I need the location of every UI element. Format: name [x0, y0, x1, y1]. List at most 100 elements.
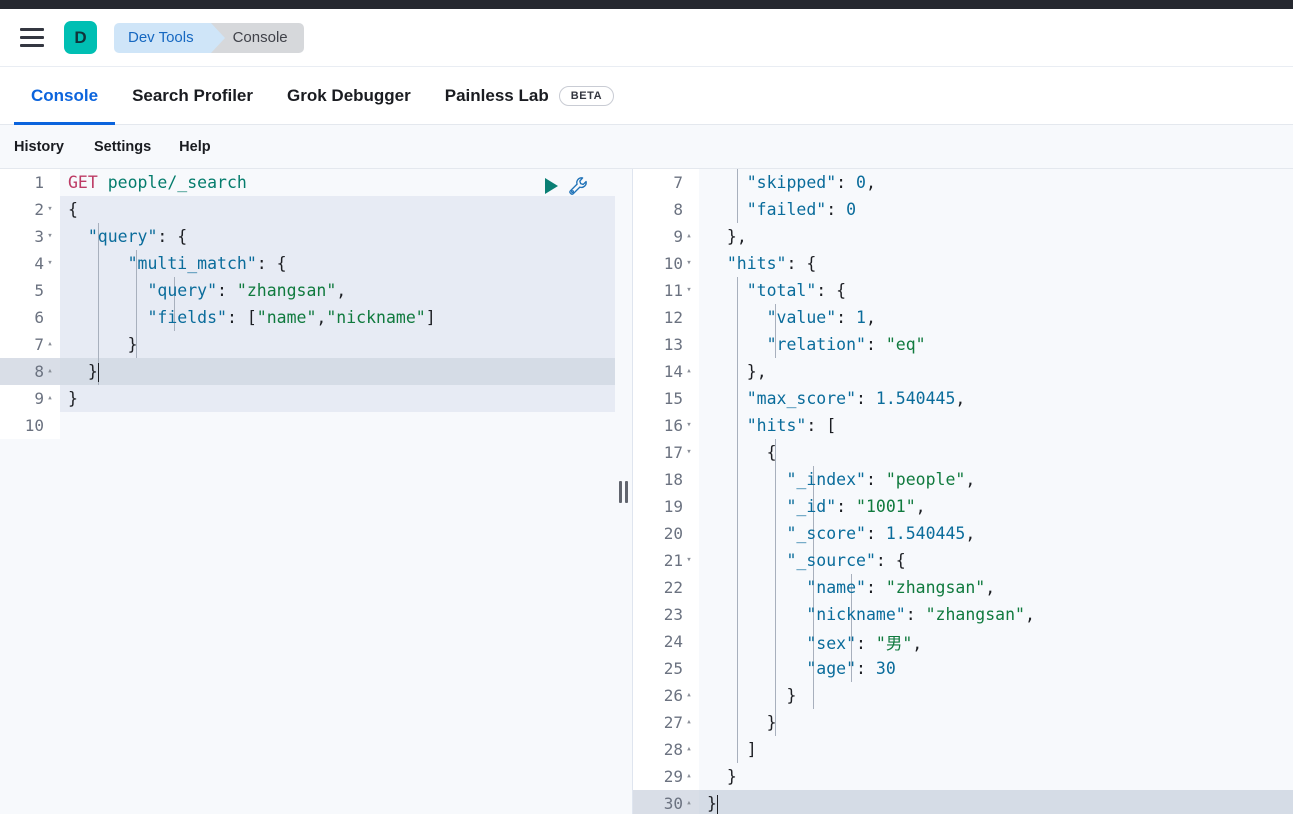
code-text[interactable]: }	[60, 358, 615, 385]
tab-grok-debugger[interactable]: Grok Debugger	[270, 67, 428, 125]
tab-search-profiler[interactable]: Search Profiler	[115, 67, 270, 125]
fold-marker[interactable]: ▴	[44, 358, 56, 385]
fold-marker[interactable]: ▴	[683, 709, 695, 736]
code-text[interactable]: }	[699, 709, 1293, 736]
code-line[interactable]: 24 "sex": "男",	[633, 628, 1293, 655]
code-line[interactable]: 4▾ "multi_match": {	[0, 250, 615, 277]
code-text[interactable]: }	[60, 331, 615, 358]
code-text[interactable]: "hits": [	[699, 412, 1293, 439]
sub-menu-item-help[interactable]: Help	[165, 125, 224, 169]
fold-marker[interactable]: ▴	[683, 763, 695, 790]
code-line[interactable]: 20 "_score": 1.540445,	[633, 520, 1293, 547]
code-text[interactable]: "_score": 1.540445,	[699, 520, 1293, 547]
code-line[interactable]: 10▾ "hits": {	[633, 250, 1293, 277]
breadcrumb-item-dev-tools[interactable]: Dev Tools	[114, 23, 212, 53]
tab-console[interactable]: Console	[14, 67, 115, 125]
code-text[interactable]: "name": "zhangsan",	[699, 574, 1293, 601]
fold-marker[interactable]: ▾	[683, 439, 695, 466]
code-text[interactable]: }	[60, 385, 615, 412]
response-editor-pane[interactable]: 7 "skipped": 0,8 "failed": 09▴ },10▾ "hi…	[633, 169, 1293, 814]
code-line[interactable]: 22 "name": "zhangsan",	[633, 574, 1293, 601]
fold-marker[interactable]: ▴	[683, 790, 695, 814]
code-line[interactable]: 6 "fields": ["name","nickname"]	[0, 304, 615, 331]
fold-marker[interactable]: ▴	[683, 223, 695, 250]
sub-menu-item-history[interactable]: History	[14, 125, 80, 169]
code-text[interactable]: "relation": "eq"	[699, 331, 1293, 358]
code-text[interactable]	[60, 412, 615, 439]
fold-marker[interactable]: ▾	[683, 250, 695, 277]
code-line[interactable]: 18 "_index": "people",	[633, 466, 1293, 493]
hamburger-menu-icon[interactable]	[14, 20, 50, 56]
code-text[interactable]: "value": 1,	[699, 304, 1293, 331]
code-text[interactable]: "fields": ["name","nickname"]	[60, 304, 615, 331]
code-line[interactable]: 14▴ },	[633, 358, 1293, 385]
code-text[interactable]: "age": 30	[699, 655, 1293, 682]
code-line[interactable]: 3▾ "query": {	[0, 223, 615, 250]
fold-marker[interactable]: ▾	[683, 277, 695, 304]
code-text[interactable]: "total": {	[699, 277, 1293, 304]
code-text[interactable]: {	[699, 439, 1293, 466]
code-text[interactable]: "max_score": 1.540445,	[699, 385, 1293, 412]
code-line[interactable]: 7▴ }	[0, 331, 615, 358]
play-icon[interactable]	[545, 178, 558, 194]
request-editor-pane[interactable]: 1GET people/_search2▾{3▾ "query": {4▾ "m…	[0, 169, 615, 814]
fold-marker[interactable]: ▴	[44, 331, 56, 358]
code-line[interactable]: 5 "query": "zhangsan",	[0, 277, 615, 304]
code-text[interactable]: }	[699, 763, 1293, 790]
code-text[interactable]: "hits": {	[699, 250, 1293, 277]
fold-marker[interactable]: ▴	[683, 682, 695, 709]
code-line[interactable]: 15 "max_score": 1.540445,	[633, 385, 1293, 412]
code-line[interactable]: 8▴ }	[0, 358, 615, 385]
code-line[interactable]: 17▾ {	[633, 439, 1293, 466]
response-editor-content[interactable]: 7 "skipped": 0,8 "failed": 09▴ },10▾ "hi…	[633, 169, 1293, 814]
fold-marker[interactable]: ▴	[683, 736, 695, 763]
code-text[interactable]: },	[699, 358, 1293, 385]
code-text[interactable]: "skipped": 0,	[699, 169, 1293, 196]
code-text[interactable]: "multi_match": {	[60, 250, 615, 277]
code-line[interactable]: 26▴ }	[633, 682, 1293, 709]
code-line[interactable]: 28▴ ]	[633, 736, 1293, 763]
fold-marker[interactable]: ▴	[683, 358, 695, 385]
fold-marker[interactable]: ▾	[683, 547, 695, 574]
code-line[interactable]: 13 "relation": "eq"	[633, 331, 1293, 358]
code-text[interactable]: },	[699, 223, 1293, 250]
fold-marker[interactable]: ▾	[44, 250, 56, 277]
code-line[interactable]: 11▾ "total": {	[633, 277, 1293, 304]
code-line[interactable]: 19 "_id": "1001",	[633, 493, 1293, 520]
code-text[interactable]: GET people/_search	[60, 169, 615, 196]
fold-marker[interactable]: ▴	[44, 385, 56, 412]
code-line[interactable]: 29▴ }	[633, 763, 1293, 790]
code-text[interactable]: {	[60, 196, 615, 223]
code-line[interactable]: 7 "skipped": 0,	[633, 169, 1293, 196]
code-line[interactable]: 10	[0, 412, 615, 439]
code-line[interactable]: 9▴}	[0, 385, 615, 412]
code-line[interactable]: 21▾ "_source": {	[633, 547, 1293, 574]
code-text[interactable]: "nickname": "zhangsan",	[699, 601, 1293, 628]
code-text[interactable]: "sex": "男",	[699, 628, 1293, 655]
code-text[interactable]: }	[699, 790, 1293, 814]
request-editor-content[interactable]: 1GET people/_search2▾{3▾ "query": {4▾ "m…	[0, 169, 615, 814]
code-line[interactable]: 2▾{	[0, 196, 615, 223]
fold-marker[interactable]: ▾	[44, 196, 56, 223]
code-text[interactable]: "_index": "people",	[699, 466, 1293, 493]
code-text[interactable]: "query": {	[60, 223, 615, 250]
code-text[interactable]: }	[699, 682, 1293, 709]
code-line[interactable]: 9▴ },	[633, 223, 1293, 250]
code-line[interactable]: 8 "failed": 0	[633, 196, 1293, 223]
code-text[interactable]: ]	[699, 736, 1293, 763]
space-avatar[interactable]: D	[64, 21, 97, 54]
code-line[interactable]: 16▾ "hits": [	[633, 412, 1293, 439]
wrench-icon[interactable]	[567, 175, 589, 197]
code-text[interactable]: "failed": 0	[699, 196, 1293, 223]
code-text[interactable]: "_id": "1001",	[699, 493, 1293, 520]
tab-painless-lab[interactable]: Painless Lab BETA	[428, 67, 631, 125]
fold-marker[interactable]: ▾	[683, 412, 695, 439]
code-line[interactable]: 12 "value": 1,	[633, 304, 1293, 331]
code-text[interactable]: "_source": {	[699, 547, 1293, 574]
sub-menu-item-settings[interactable]: Settings	[80, 125, 165, 169]
code-line[interactable]: 27▴ }	[633, 709, 1293, 736]
fold-marker[interactable]: ▾	[44, 223, 56, 250]
pane-splitter-handle[interactable]	[615, 169, 633, 814]
code-line[interactable]: 23 "nickname": "zhangsan",	[633, 601, 1293, 628]
code-line[interactable]: 30▴}	[633, 790, 1293, 814]
